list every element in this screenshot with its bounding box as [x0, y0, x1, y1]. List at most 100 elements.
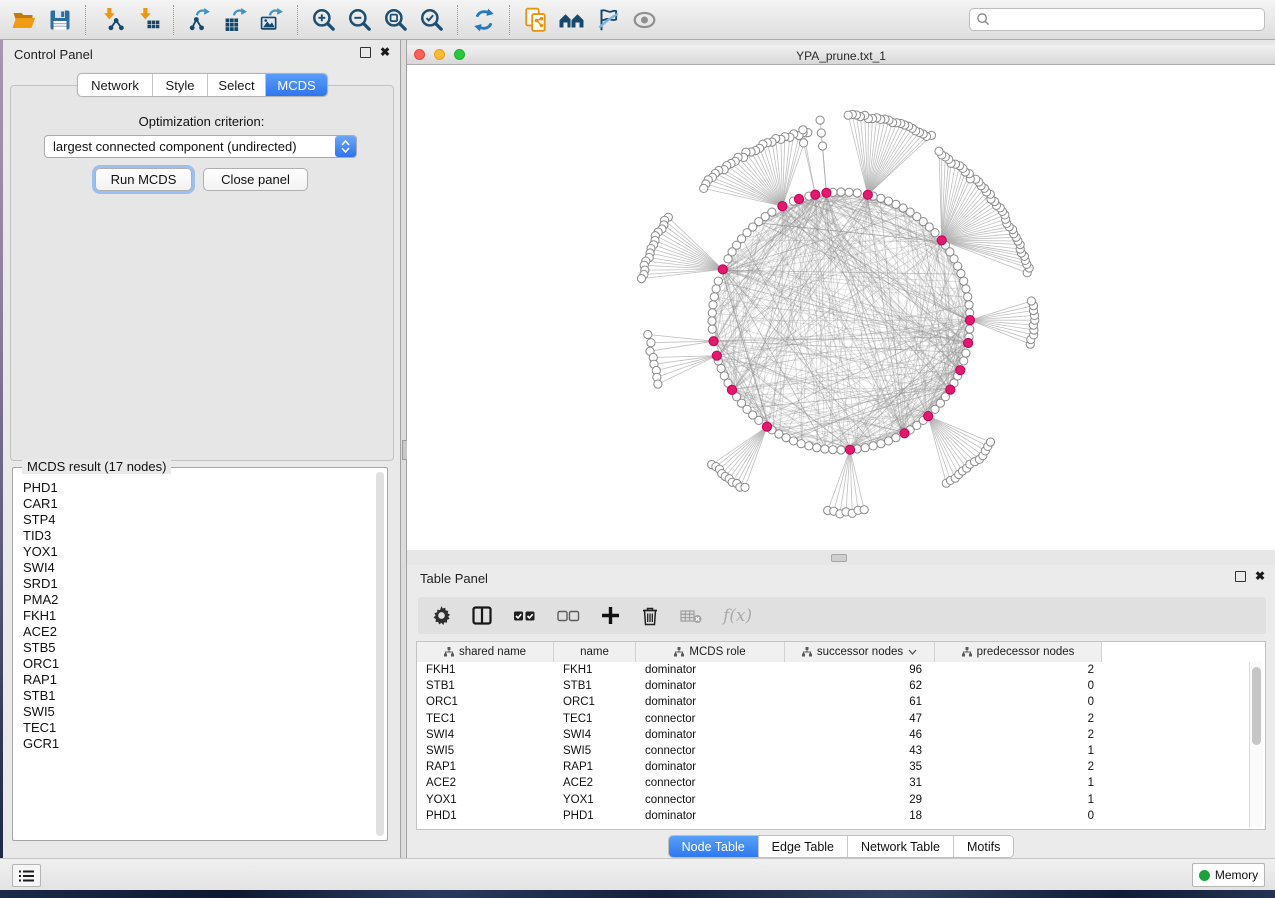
horizontal-splitter[interactable]: [407, 550, 1275, 565]
table-row[interactable]: YOX1YOX1connector291: [417, 792, 1250, 808]
mcds-result-item[interactable]: PHD1: [23, 480, 375, 496]
mcds-result-item[interactable]: GCR1: [23, 736, 375, 752]
table-row[interactable]: SWI5SWI5connector431: [417, 743, 1250, 759]
tab-label: Node Table: [682, 840, 745, 854]
table-cell: 2: [935, 729, 1102, 741]
mcds-result-item[interactable]: SWI4: [23, 560, 375, 576]
toolbar-separator: [173, 5, 175, 35]
tab-label: Network Table: [861, 840, 940, 854]
window-maximize-icon[interactable]: [454, 49, 465, 60]
tab-mcds[interactable]: MCDS: [266, 74, 327, 96]
criterion-dropdown[interactable]: largest connected component (undirected): [44, 135, 357, 158]
delete-column-icon[interactable]: [641, 601, 659, 631]
mcds-result-item[interactable]: ORC1: [23, 656, 375, 672]
apply-layout-icon[interactable]: [466, 4, 502, 36]
zoom-out-icon[interactable]: [342, 4, 378, 36]
float-panel-icon[interactable]: [1235, 571, 1246, 582]
search-icon: [976, 12, 991, 27]
import-table-icon[interactable]: [130, 4, 166, 36]
window-minimize-icon[interactable]: [434, 49, 445, 60]
close-panel-button[interactable]: Close panel: [203, 168, 308, 191]
column-type-icon: [802, 647, 812, 657]
save-icon[interactable]: [42, 4, 78, 36]
table-row[interactable]: ORC1ORC1dominator610: [417, 694, 1250, 710]
node-table: shared name name MCDS role successor nod…: [416, 641, 1266, 830]
column-header-mcds-role[interactable]: MCDS role: [636, 642, 785, 662]
tab-edge-table[interactable]: Edge Table: [759, 836, 848, 857]
show-all-icon[interactable]: [626, 4, 662, 36]
zoom-in-icon[interactable]: [306, 4, 342, 36]
network-window-titlebar[interactable]: YPA_prune.txt_1: [407, 45, 1275, 65]
add-column-icon[interactable]: [601, 601, 620, 631]
mcds-result-item[interactable]: RAP1: [23, 672, 375, 688]
hide-selected-icon[interactable]: [590, 4, 626, 36]
table-row[interactable]: RAP1RAP1dominator352: [417, 759, 1250, 775]
tab-network[interactable]: Network: [78, 74, 153, 96]
mcds-result-item[interactable]: YOX1: [23, 544, 375, 560]
first-neighbors-icon[interactable]: [554, 4, 590, 36]
table-cell: 1: [935, 777, 1102, 789]
mcds-result-item[interactable]: STP4: [23, 512, 375, 528]
control-panel-tabs: Network Style Select MCDS: [77, 73, 328, 97]
tab-select[interactable]: Select: [208, 74, 266, 96]
close-panel-icon[interactable]: ✖: [1255, 572, 1265, 581]
show-columns-icon[interactable]: [472, 601, 492, 631]
task-history-button[interactable]: [12, 864, 41, 887]
mcds-result-item[interactable]: TID3: [23, 528, 375, 544]
column-header-predecessor-nodes[interactable]: predecessor nodes: [935, 642, 1102, 662]
memory-button[interactable]: Memory: [1192, 863, 1265, 887]
tab-style[interactable]: Style: [153, 74, 208, 96]
table-row[interactable]: FKH1FKH1dominator962: [417, 662, 1250, 678]
mcds-result-list[interactable]: PHD1CAR1STP4TID3YOX1SWI4SRD1PMA2FKH1ACE2…: [16, 474, 375, 837]
tab-network-table[interactable]: Network Table: [848, 836, 954, 857]
export-image-icon[interactable]: [254, 4, 290, 36]
table-scrollbar[interactable]: [1249, 662, 1263, 827]
search-input[interactable]: [991, 11, 1264, 29]
table-row[interactable]: STB1STB1dominator620: [417, 678, 1250, 694]
close-panel-icon[interactable]: ✖: [380, 48, 390, 57]
column-label: name: [580, 646, 609, 658]
run-mcds-button[interactable]: Run MCDS: [95, 168, 192, 191]
select-all-icon[interactable]: [513, 601, 536, 631]
memory-status-icon: [1199, 870, 1210, 881]
horizontal-splitter-handle[interactable]: [831, 554, 847, 562]
column-header-name[interactable]: name: [554, 642, 636, 662]
mcds-list-scrollbar[interactable]: [376, 472, 384, 836]
import-network-icon[interactable]: [94, 4, 130, 36]
mcds-result-item[interactable]: STB1: [23, 688, 375, 704]
table-scrollbar-thumb[interactable]: [1252, 667, 1261, 745]
mcds-result-item[interactable]: CAR1: [23, 496, 375, 512]
deselect-all-icon[interactable]: [557, 601, 580, 631]
new-network-from-selection-icon[interactable]: [518, 4, 554, 36]
column-header-successor-nodes[interactable]: successor nodes: [785, 642, 935, 662]
table-row[interactable]: TEC1TEC1connector472: [417, 711, 1250, 727]
zoom-fit-icon[interactable]: [378, 4, 414, 36]
table-cell: 0: [935, 810, 1102, 822]
tab-node-table[interactable]: Node Table: [669, 836, 759, 857]
table-row[interactable]: PHD1PHD1dominator180: [417, 808, 1250, 824]
mcds-result-item[interactable]: FKH1: [23, 608, 375, 624]
vertical-splitter[interactable]: [400, 40, 407, 858]
table-cell: 2: [935, 664, 1102, 676]
network-canvas[interactable]: [407, 65, 1275, 550]
mcds-result-item[interactable]: STB5: [23, 640, 375, 656]
column-header-shared-name[interactable]: shared name: [417, 642, 554, 662]
open-icon[interactable]: [6, 4, 42, 36]
table-cell: 29: [785, 794, 935, 806]
zoom-selected-icon[interactable]: [414, 4, 450, 36]
tab-motifs[interactable]: Motifs: [954, 836, 1013, 857]
float-panel-icon[interactable]: [360, 47, 371, 58]
export-network-icon[interactable]: [182, 4, 218, 36]
table-cell: ACE2: [554, 777, 636, 789]
table-row[interactable]: ACE2ACE2connector311: [417, 775, 1250, 791]
table-row[interactable]: SWI4SWI4dominator462: [417, 727, 1250, 743]
window-close-icon[interactable]: [414, 49, 425, 60]
mcds-result-item[interactable]: SWI5: [23, 704, 375, 720]
settings-gear-icon[interactable]: [432, 601, 451, 631]
mcds-result-item[interactable]: ACE2: [23, 624, 375, 640]
export-table-icon[interactable]: [218, 4, 254, 36]
mcds-result-item[interactable]: SRD1: [23, 576, 375, 592]
search-field[interactable]: [969, 8, 1265, 31]
mcds-result-item[interactable]: TEC1: [23, 720, 375, 736]
mcds-result-item[interactable]: PMA2: [23, 592, 375, 608]
